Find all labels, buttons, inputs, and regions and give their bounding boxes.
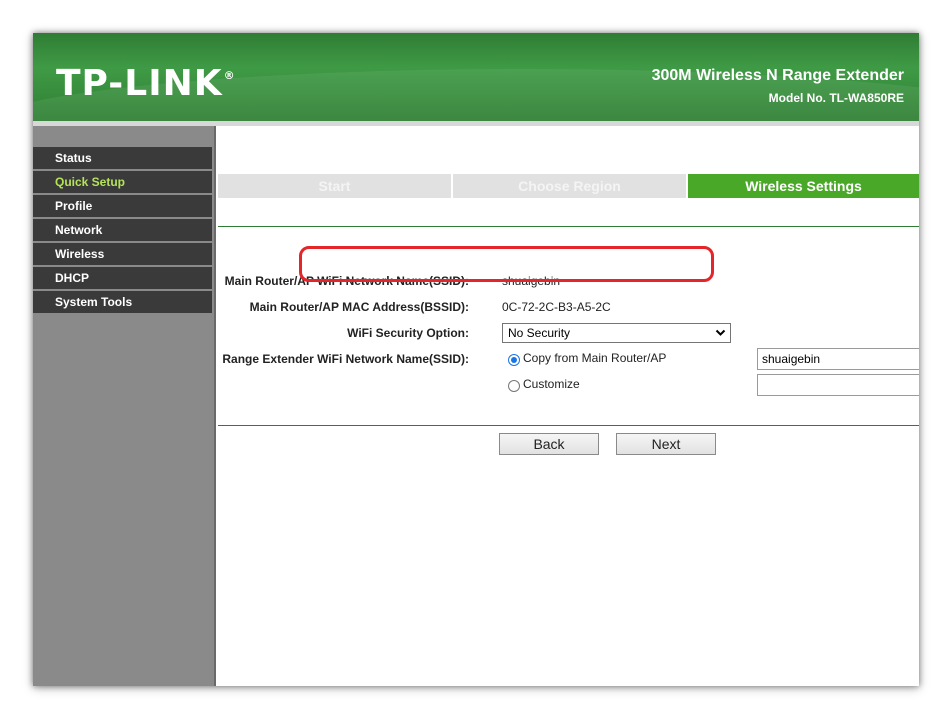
copy-from-main-radio[interactable] [508,354,520,366]
section-divider-top [218,226,919,227]
security-option-value: No Security [508,326,571,340]
sidebar-item-status[interactable]: Status [33,147,212,169]
sidebar: Status Quick Setup Profile Network Wirel… [33,126,214,686]
customize-radio[interactable] [508,380,520,392]
back-button[interactable]: Back [499,433,599,455]
main-mac-value: 0C-72-2C-B3-A5-2C [502,300,611,314]
security-highlight-outline [299,246,714,282]
security-option-label: WiFi Security Option: [347,326,469,340]
step-wireless-settings: Wireless Settings [688,174,919,198]
sidebar-item-quick-setup[interactable]: Quick Setup [33,171,212,193]
sidebar-edge [214,126,216,686]
extender-ssid-label: Range Extender WiFi Network Name(SSID): [222,352,469,366]
sidebar-item-dhcp[interactable]: DHCP [33,267,212,289]
security-option-select[interactable]: No Security [502,323,731,343]
sidebar-item-system-tools[interactable]: System Tools [33,291,212,313]
product-name: 300M Wireless N Range Extender [651,67,904,84]
sidebar-item-network[interactable]: Network [33,219,212,241]
sidebar-item-wireless[interactable]: Wireless [33,243,212,265]
next-button[interactable]: Next [616,433,716,455]
step-choose-region: Choose Region [453,174,686,198]
browser-window: TP-LINK® 300M Wireless N Range Extender … [33,33,919,686]
step-start: Start [218,174,451,198]
copy-from-main-label: Copy from Main Router/AP [523,351,667,365]
header-banner: TP-LINK® 300M Wireless N Range Extender … [33,33,919,121]
chevron-down-icon [715,326,726,344]
sidebar-menu: Status Quick Setup Profile Network Wirel… [33,147,212,315]
main-mac-label: Main Router/AP MAC Address(BSSID): [249,300,469,314]
setup-steps: Start Choose Region Wireless Settings [218,174,919,198]
sidebar-item-profile[interactable]: Profile [33,195,212,217]
customize-ssid-input[interactable] [757,374,919,396]
main-content: Start Choose Region Wireless Settings Ma… [218,126,919,686]
section-divider-bottom [218,425,919,426]
customize-label: Customize [523,377,580,391]
copy-ssid-input[interactable]: shuaigebin [757,348,919,370]
tp-link-logo: TP-LINK® [56,63,236,104]
model-number: Model No. TL-WA850RE [768,91,904,105]
